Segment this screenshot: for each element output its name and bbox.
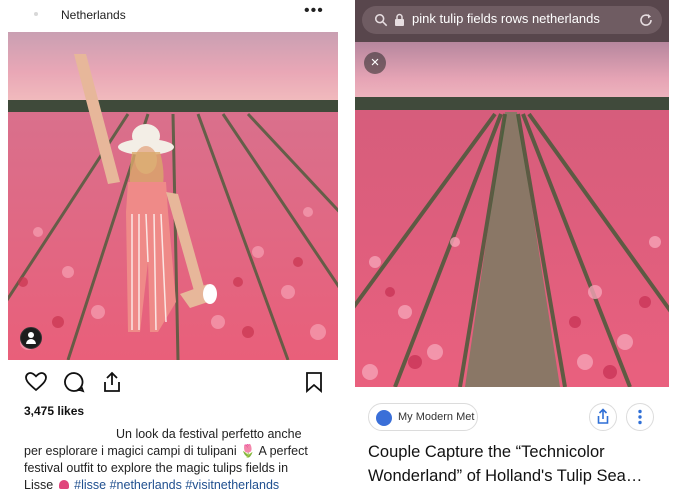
result-title-line: Wonderland” of Holland's Tulip Sea… [368,467,643,485]
lock-icon [395,13,404,26]
heart-icon[interactable] [24,370,48,394]
post-header: Netherlands ••• [0,0,346,32]
source-chip[interactable]: My Modern Met [368,403,478,431]
tulip-field-woman-image [8,32,338,360]
result-title-line: Couple Capture the “Technicolor [368,443,605,461]
post-actions [0,370,346,398]
more-options-button[interactable] [626,403,654,431]
post-caption: Un look da festival perfetto anche per e… [24,426,324,492]
caption-line: A perfect [258,444,308,458]
source-name: My Modern Met [398,411,475,423]
hashtags[interactable]: #lisse #netherlands #visitnetherlands [74,478,279,492]
result-image[interactable] [355,42,669,387]
reload-icon[interactable] [638,12,654,28]
more-options-icon[interactable]: ••• [304,2,324,20]
tulip-rows-image [355,42,669,387]
caption-line: Un look da festival perfetto anche [116,427,302,441]
tagged-user-icon[interactable] [20,327,42,349]
share-button[interactable] [589,403,617,431]
share-icon[interactable] [100,370,124,394]
caption-line: festival outfit to explore the magic tul… [24,461,289,475]
instagram-post: Netherlands ••• 3,475 likes Un look da f… [0,0,346,492]
close-button[interactable]: × [364,52,386,74]
caption-line: per esplorare i magici campi di tulipani [24,444,237,458]
heart-emoji-icon [58,480,69,489]
tulip-emoji-icon: 🌷 [240,444,256,458]
comment-icon[interactable] [62,370,86,394]
avatar-placeholder[interactable] [34,12,38,16]
search-query[interactable]: pink tulip fields rows netherlands [412,11,600,26]
post-photo[interactable] [8,32,338,360]
likes-count[interactable]: 3,475 likes [24,404,84,418]
bookmark-icon[interactable] [302,370,326,394]
globe-icon [376,410,392,426]
post-location[interactable]: Netherlands [61,8,126,22]
search-bar[interactable]: pink tulip fields rows netherlands [362,6,662,34]
more-vertical-icon [638,409,642,425]
caption-line: Lisse [24,478,54,492]
share-icon [597,408,609,424]
result-title[interactable]: Couple Capture the “Technicolor Wonderla… [368,440,668,488]
search-icon [374,13,388,27]
